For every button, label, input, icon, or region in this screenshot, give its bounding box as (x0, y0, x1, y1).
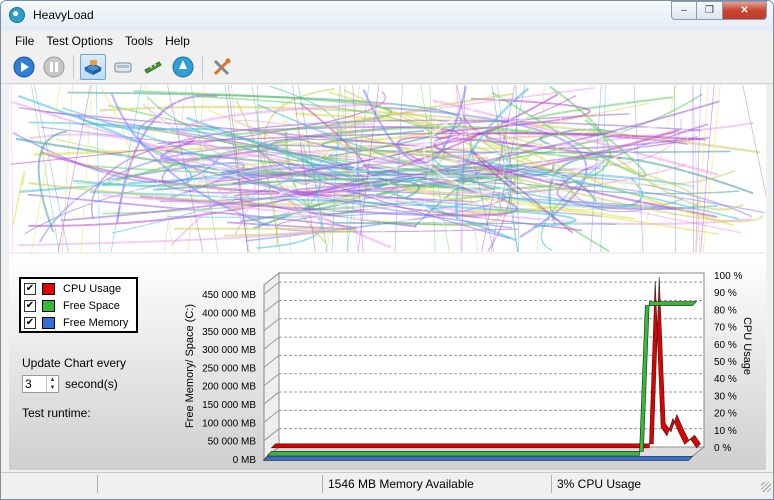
legend-swatch (42, 317, 55, 329)
minimize-button[interactable]: – (671, 1, 697, 20)
viz-stroke (683, 85, 690, 252)
right-tick-label: 30 % (714, 391, 737, 402)
right-tick-label: 100 % (714, 271, 742, 282)
viz-stroke (742, 85, 766, 197)
window-title: HeavyLoad (33, 8, 94, 22)
legend-label: CPU Usage (63, 283, 122, 295)
legend-checkbox[interactable]: ✔ (24, 283, 36, 295)
left-tick-label: 200 000 MB (202, 382, 256, 393)
right-tick-label: 50 % (714, 357, 737, 368)
legend-swatch (42, 300, 55, 312)
update-interval-label: Update Chart every (22, 356, 127, 370)
memory-load-button[interactable] (140, 54, 166, 80)
viz-stroke (10, 85, 14, 252)
update-interval-value[interactable]: 3 (25, 377, 32, 391)
status-memory: 1546 MB Memory Available (322, 475, 551, 493)
update-interval-stepper[interactable]: 3 ▲ ▼ (22, 375, 59, 393)
disk-load-button[interactable] (110, 54, 136, 80)
viz-stroke (12, 171, 26, 226)
status-cpu: 3% CPU Usage (551, 475, 751, 493)
legend-label: Free Memory (63, 317, 129, 329)
left-tick-label: 450 000 MB (202, 290, 256, 301)
stepper-buttons[interactable]: ▲ ▼ (46, 376, 58, 392)
right-tick-label: 60 % (714, 340, 737, 351)
runtime-label: Test runtime: (22, 406, 91, 420)
legend-free-space[interactable]: ✔ Free Space (24, 298, 120, 314)
right-tick-label: 10 % (714, 426, 737, 437)
disk-load-icon (114, 62, 132, 73)
visualization-canvas (10, 85, 766, 252)
seconds-label: second(s) (65, 377, 118, 391)
left-tick-label: 400 000 MB (202, 308, 256, 319)
legend-label: Free Space (63, 300, 120, 312)
pause-icon (43, 56, 65, 78)
left-tick-label: 300 000 MB (202, 345, 256, 356)
legend-swatch (42, 283, 55, 295)
toolbar (1, 51, 773, 84)
left-tick-label: 50 000 MB (208, 437, 257, 448)
usage-chart: 0 MB 50 000 MB 100 000 MB 150 000 MB 200 000… (184, 271, 753, 466)
right-tick-label: 0 % (714, 443, 731, 454)
tools-button[interactable] (209, 54, 235, 80)
cpu-load-button[interactable] (80, 54, 106, 80)
left-tick-label: 100 000 MB (202, 418, 256, 429)
y2-axis-label: CPU Usage (741, 317, 753, 375)
pause-button[interactable] (41, 54, 67, 80)
memory-load-icon (144, 61, 162, 74)
left-tick-label: 0 MB (233, 455, 257, 466)
cpu-load-icon (83, 60, 103, 75)
play-icon (13, 56, 35, 78)
right-tick-label: 80 % (714, 305, 737, 316)
legend-checkbox[interactable]: ✔ (24, 300, 36, 312)
resize-grip[interactable] (761, 482, 771, 492)
close-button[interactable]: ✕ (723, 1, 767, 20)
left-tick-label: 350 000 MB (202, 327, 256, 338)
legend-cpu-usage[interactable]: ✔ CPU Usage (24, 281, 121, 297)
right-tick-label: 90 % (714, 288, 737, 299)
toolbar-separator (73, 55, 74, 79)
legend-checkbox[interactable]: ✔ (24, 317, 36, 329)
load-visualization (9, 85, 766, 252)
y-axis-label: Free Memory/ Space (C:) (184, 304, 196, 428)
gpu-load-button[interactable] (170, 54, 196, 80)
menu-file[interactable]: File (9, 34, 40, 48)
left-tick-label: 150 000 MB (202, 400, 256, 411)
legend-free-memory[interactable]: ✔ Free Memory (24, 315, 128, 331)
status-cell-empty (97, 475, 322, 493)
tools-icon (213, 58, 231, 76)
app-icon[interactable] (9, 7, 25, 23)
app-window: HeavyLoad – ❐ ✕ File Test Options Tools … (0, 0, 774, 500)
menu-test-options[interactable]: Test Options (40, 34, 119, 48)
chart-back-wall (278, 272, 705, 448)
right-tick-label: 40 % (714, 374, 737, 385)
maximize-button[interactable]: ❐ (697, 1, 723, 20)
series-ribbon-free-memory (262, 456, 694, 461)
start-button[interactable] (11, 54, 37, 80)
chart-legend: ✔ CPU Usage ✔ Free Space ✔ Free Memory (19, 277, 138, 333)
title-bar[interactable]: HeavyLoad – ❐ ✕ (1, 1, 773, 31)
menu-help[interactable]: Help (159, 34, 196, 48)
menu-tools[interactable]: Tools (119, 34, 159, 48)
right-tick-label: 70 % (714, 323, 737, 334)
chart-panel: ✔ CPU Usage ✔ Free Space ✔ Free Memory U… (9, 254, 766, 470)
menu-bar: File Test Options Tools Help (1, 31, 773, 51)
left-tick-label: 250 000 MB (202, 363, 256, 374)
toolbar-separator (202, 55, 203, 79)
status-bar: 1546 MB Memory Available 3% CPU Usage (1, 472, 773, 494)
right-tick-label: 20 % (714, 409, 737, 420)
gpu-load-icon (172, 56, 194, 78)
